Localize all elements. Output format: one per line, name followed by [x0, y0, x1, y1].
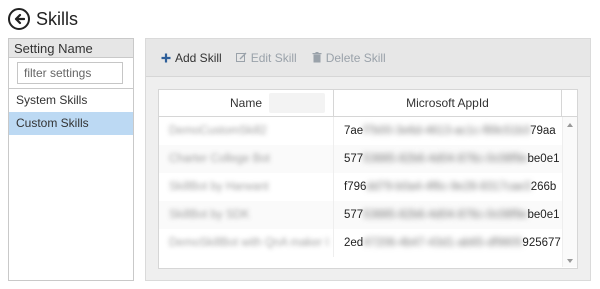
- skill-name-cell: DemoCustomSkill2: [159, 117, 334, 145]
- column-header-name-label: Name: [229, 96, 262, 110]
- skill-appid-cell: 577 53885-82b6-4d04-876c-0c08f9e be0e1: [344, 153, 560, 165]
- plus-icon: [160, 52, 172, 64]
- edit-skill-button[interactable]: Edit Skill: [236, 51, 297, 65]
- settings-panel: Setting Name System Skills Custom Skills: [8, 38, 134, 281]
- page-header: Skills: [8, 7, 78, 31]
- nav-item-custom-skills[interactable]: Custom Skills: [9, 112, 133, 135]
- column-header-name[interactable]: Name: [159, 90, 334, 116]
- skills-content-panel: Add Skill Edit Skill Delete Skill Name M…: [145, 38, 591, 281]
- table-row[interactable]: SkillBot by Harwant f796 dd79-b0a4-4f6c-9…: [159, 173, 577, 201]
- column-header-appid-label: Microsoft AppId: [406, 96, 489, 110]
- skill-appid-cell: f796 dd79-b0a4-4f6c-9e28-8317cae3 266b: [344, 181, 557, 193]
- column-sort-area: [269, 93, 325, 113]
- trash-icon: [311, 52, 323, 64]
- settings-panel-heading: Setting Name: [9, 39, 133, 58]
- delete-skill-button[interactable]: Delete Skill: [311, 51, 386, 65]
- page-title: Skills: [36, 8, 79, 29]
- filter-settings-input[interactable]: [17, 62, 123, 84]
- table-header: Name Microsoft AppId: [159, 90, 577, 117]
- table-row[interactable]: SkillBot by SDK 577 53885-82b6-4d04-876c-…: [159, 201, 577, 229]
- skill-name-cell: Charter College Bot: [159, 145, 334, 173]
- scroll-up-arrow-icon[interactable]: [567, 123, 573, 127]
- header-scroll-spacer: [562, 90, 577, 116]
- table-vertical-scrollbar[interactable]: [562, 117, 577, 267]
- add-skill-button[interactable]: Add Skill: [160, 51, 222, 65]
- filter-container: [9, 58, 133, 89]
- arrow-left-icon: [14, 13, 25, 25]
- delete-skill-label: Delete Skill: [325, 50, 386, 65]
- skill-appid-cell: 577 53885-82b6-4d04-876c-0c08f9e be0e1: [344, 209, 560, 221]
- edit-icon: [236, 52, 248, 64]
- skills-table: Name Microsoft AppId DemoCustomSkill2 7a…: [158, 89, 578, 269]
- add-skill-label: Add Skill: [175, 50, 222, 65]
- skill-name-cell: SkillBot by SDK: [159, 201, 334, 229]
- scroll-down-arrow-icon[interactable]: [567, 259, 573, 263]
- skill-appid-cell: 2ed 47206-4b47-43d1-ab65-df9805 925677: [344, 237, 561, 249]
- skill-appid-cell: 7ae f7b00-3e6d-4613-ac1c-f89c51b3 79aa: [344, 125, 556, 137]
- nav-item-system-skills[interactable]: System Skills: [9, 89, 133, 112]
- column-header-appid[interactable]: Microsoft AppId: [334, 90, 562, 116]
- skill-name-cell: DemoSkillBot with QnA maker I: [159, 229, 334, 257]
- table-row[interactable]: DemoCustomSkill2 7ae f7b00-3e6d-4613-ac1c…: [159, 117, 577, 145]
- back-button[interactable]: [8, 8, 30, 30]
- edit-skill-label: Edit Skill: [250, 50, 297, 65]
- skill-name-cell: SkillBot by Harwant: [159, 173, 334, 201]
- table-body: DemoCustomSkill2 7ae f7b00-3e6d-4613-ac1c…: [159, 117, 577, 267]
- table-row[interactable]: DemoSkillBot with QnA maker I 2ed 47206-4…: [159, 229, 577, 257]
- table-row[interactable]: Charter College Bot 577 53885-82b6-4d04-8…: [159, 145, 577, 173]
- skills-toolbar: Add Skill Edit Skill Delete Skill: [146, 39, 590, 77]
